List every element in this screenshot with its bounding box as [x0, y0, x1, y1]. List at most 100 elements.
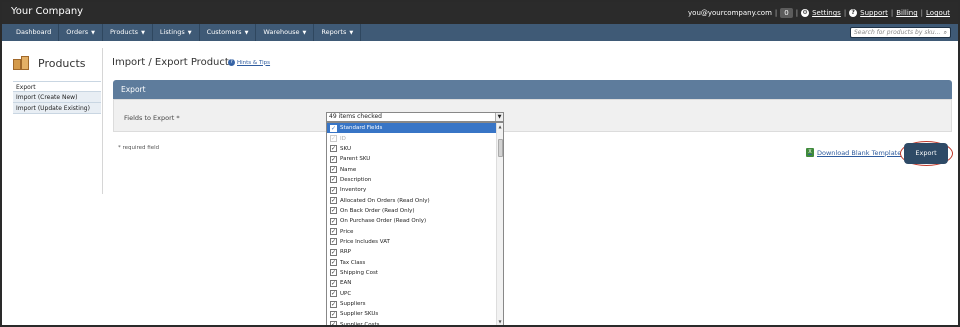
products-box-icon: [13, 56, 30, 71]
option-label: Allocated On Orders (Read Only): [340, 197, 430, 204]
nav-label: Listings: [159, 28, 185, 36]
checkbox[interactable]: ✓: [330, 155, 337, 163]
dropdown-option: ✓ ID: [327, 133, 497, 143]
option-label: On Back Order (Read Only): [340, 207, 415, 214]
checkbox[interactable]: ✓: [330, 259, 337, 267]
checkbox[interactable]: ✓: [330, 197, 337, 205]
checkbox[interactable]: ✓: [330, 217, 337, 225]
dropdown-option[interactable]: ✓ On Purchase Order (Read Only): [327, 216, 497, 226]
dropdown-option[interactable]: ✓ Inventory: [327, 185, 497, 195]
dropdown-scrollbar[interactable]: ▲ ▼: [496, 123, 503, 325]
checkbox[interactable]: ✓: [330, 176, 337, 184]
hints-link[interactable]: ? Hints & Tips: [228, 59, 270, 66]
checkbox[interactable]: ✓: [330, 290, 337, 298]
scroll-up-icon[interactable]: ▲: [497, 123, 503, 130]
fields-dropdown-list: ✓ Standard Fields ✓ ID ✓ SKU ✓ Parent SKU ✓ Name ✓…: [326, 122, 504, 326]
support-link[interactable]: Support: [860, 9, 888, 17]
checkbox[interactable]: ✓: [330, 207, 337, 215]
option-label: Price: [340, 228, 354, 235]
help-icon: ?: [849, 9, 858, 17]
sidebar-item-import-update-existing[interactable]: Import (Update Existing): [13, 103, 101, 114]
checkbox: ✓: [330, 135, 337, 143]
search-placeholder: Search for products by sku...: [854, 29, 941, 36]
option-label: On Purchase Order (Read Only): [340, 218, 427, 225]
nav-label: Warehouse: [263, 28, 300, 36]
dropdown-option[interactable]: ✓ Supplier SKUs: [327, 309, 497, 319]
page-title: Import / Export Products: [112, 57, 235, 68]
checkbox[interactable]: ✓: [330, 300, 337, 308]
dropdown-option[interactable]: ✓ RRP: [327, 247, 497, 257]
nav-listings[interactable]: Listings ▼: [153, 24, 200, 41]
dropdown-option[interactable]: ✓ Price: [327, 226, 497, 236]
scroll-down-icon[interactable]: ▼: [497, 318, 503, 325]
checkbox[interactable]: ✓: [330, 124, 337, 132]
checkbox[interactable]: ✓: [330, 321, 337, 325]
checkbox[interactable]: ✓: [330, 238, 337, 246]
nav-label: Dashboard: [16, 28, 52, 36]
checkbox[interactable]: ✓: [330, 269, 337, 277]
caret-down-icon: ▼: [187, 30, 192, 36]
download-template-link[interactable]: X Download Blank Template: [806, 148, 901, 157]
nav-reports[interactable]: Reports ▼: [314, 24, 362, 41]
dropdown-arrow-icon[interactable]: ▼: [495, 113, 503, 121]
nav-orders[interactable]: Orders ▼: [59, 24, 103, 41]
user-email: you@yourcompany.com: [688, 9, 772, 17]
checkbox[interactable]: ✓: [330, 228, 337, 236]
download-label: Download Blank Template: [817, 148, 902, 157]
nav-dashboard[interactable]: Dashboard: [10, 24, 60, 41]
product-search-input[interactable]: Search for products by sku... ⌕: [850, 27, 951, 38]
dropdown-options: ✓ Standard Fields ✓ ID ✓ SKU ✓ Parent SKU ✓ Name ✓…: [327, 123, 497, 326]
dropdown-option[interactable]: ✓ Tax Class: [327, 257, 497, 267]
checkbox[interactable]: ✓: [330, 186, 337, 194]
logout-link[interactable]: Logout: [926, 9, 950, 17]
dropdown-option[interactable]: ✓ Parent SKU: [327, 154, 497, 164]
nav-warehouse[interactable]: Warehouse ▼: [256, 24, 315, 41]
nav-customers[interactable]: Customers ▼: [200, 24, 257, 41]
dropdown-option[interactable]: ✓ Shipping Cost: [327, 268, 497, 278]
option-label: ID: [340, 135, 346, 142]
sidebar-item-import-create-new[interactable]: Import (Create New): [13, 92, 101, 103]
checkbox[interactable]: ✓: [330, 310, 337, 318]
dropdown-option[interactable]: ✓ Description: [327, 175, 497, 185]
dropdown-option[interactable]: ✓ Suppliers: [327, 299, 497, 309]
dropdown-option[interactable]: ✓ Standard Fields: [327, 123, 497, 134]
dropdown-option[interactable]: ✓ Supplier Costs: [327, 320, 497, 326]
option-label: Price Includes VAT: [340, 238, 390, 245]
dropdown-option[interactable]: ✓ EAN: [327, 278, 497, 288]
dropdown-option[interactable]: ✓ Allocated On Orders (Read Only): [327, 195, 497, 205]
option-label: Supplier Costs: [340, 321, 380, 326]
dropdown-option[interactable]: ✓ Name: [327, 164, 497, 174]
dropdown-option[interactable]: ✓ UPC: [327, 289, 497, 299]
settings-link[interactable]: Settings: [812, 9, 841, 17]
company-brand[interactable]: Your Company: [11, 6, 83, 17]
notification-count[interactable]: 0: [780, 8, 793, 18]
export-panel-header: Export: [113, 80, 952, 99]
spreadsheet-icon: X: [806, 148, 814, 157]
caret-down-icon: ▼: [91, 30, 95, 36]
checkbox[interactable]: ✓: [330, 166, 337, 174]
nav-products[interactable]: Products ▼: [103, 24, 153, 41]
caret-down-icon: ▼: [141, 30, 145, 36]
option-label: Suppliers: [340, 301, 366, 308]
dropdown-option[interactable]: ✓ SKU: [327, 144, 497, 154]
fields-select[interactable]: 49 items checked ▼: [326, 112, 504, 122]
nav-label: Orders: [66, 28, 89, 36]
scroll-thumb[interactable]: [498, 139, 503, 157]
main-nav: Dashboard Orders ▼ Products ▼ Listings ▼ Cu…: [2, 24, 958, 41]
help-icon: ?: [228, 59, 235, 66]
dropdown-option[interactable]: ✓ On Back Order (Read Only): [327, 206, 497, 216]
billing-link[interactable]: Billing: [896, 9, 917, 17]
checkbox[interactable]: ✓: [330, 145, 337, 153]
sidebar-title: Products: [38, 57, 86, 70]
caret-down-icon: ▼: [349, 30, 354, 36]
nav-label: Customers: [206, 28, 242, 36]
checkbox[interactable]: ✓: [330, 279, 337, 287]
dropdown-option[interactable]: ✓ Price Includes VAT: [327, 237, 497, 247]
checkbox[interactable]: ✓: [330, 248, 337, 256]
required-field-note: * required field: [118, 145, 160, 151]
export-button[interactable]: Export: [904, 143, 948, 164]
search-icon[interactable]: ⌕: [944, 28, 947, 37]
option-label: Shipping Cost: [340, 269, 378, 276]
option-label: Parent SKU: [340, 156, 371, 163]
sidebar-item-export[interactable]: Export: [13, 81, 101, 92]
